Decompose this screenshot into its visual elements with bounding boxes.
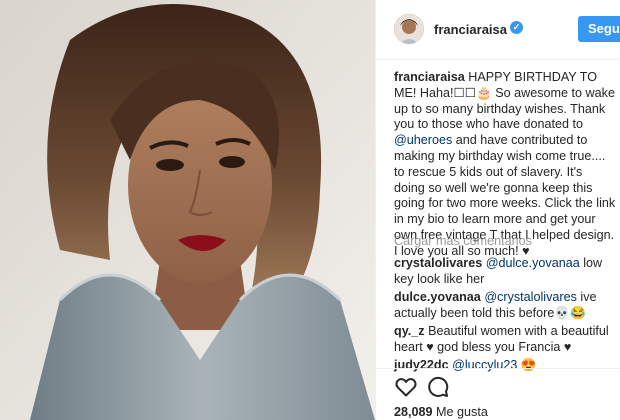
post-header: franciaraisa ✓ Seguir <box>376 0 620 60</box>
portrait-image <box>0 0 375 420</box>
comment-item: qy._z Beautiful women with a beautiful h… <box>394 324 616 356</box>
caption-username[interactable]: franciaraisa <box>394 70 465 84</box>
likes-number: 28,089 <box>394 405 433 419</box>
avatar-image <box>394 14 424 44</box>
caption: franciaraisa HAPPY BIRTHDAY TO ME! Haha!… <box>394 70 616 260</box>
comment-item: dulce.yovanaa @crystalolivares ive actua… <box>394 290 616 322</box>
post-photo[interactable] <box>0 0 375 420</box>
comment-username[interactable]: crystalolivares <box>394 256 482 270</box>
comment-mention[interactable]: @dulce.yovanaa <box>486 256 580 270</box>
post-sidebar: franciaraisa ✓ Seguir franciaraisa HAPPY… <box>375 0 620 420</box>
caption-mention[interactable]: @uheroes <box>394 133 452 147</box>
likes-count[interactable]: 28,089 Me gusta <box>394 405 488 419</box>
post-actions: 28,089 Me gusta <box>376 368 620 420</box>
comment-item: crystalolivares @dulce.yovanaa low key l… <box>394 256 616 288</box>
post-author-username[interactable]: franciaraisa <box>434 22 507 37</box>
comment-username[interactable]: dulce.yovanaa <box>394 290 481 304</box>
likes-label: Me gusta <box>436 405 488 419</box>
comment-text: Beautiful women with a beautiful heart ♥… <box>394 324 609 354</box>
comment-icon[interactable] <box>426 375 450 399</box>
avatar[interactable] <box>394 14 424 44</box>
load-more-comments-link[interactable]: Cargar más comentarios <box>394 234 532 250</box>
follow-button[interactable]: Seguir <box>578 16 620 42</box>
verified-badge-icon: ✓ <box>510 21 523 34</box>
heart-icon[interactable] <box>394 375 418 399</box>
comment-mention[interactable]: @crystalolivares <box>484 290 577 304</box>
comment-username[interactable]: qy._z <box>394 324 425 338</box>
